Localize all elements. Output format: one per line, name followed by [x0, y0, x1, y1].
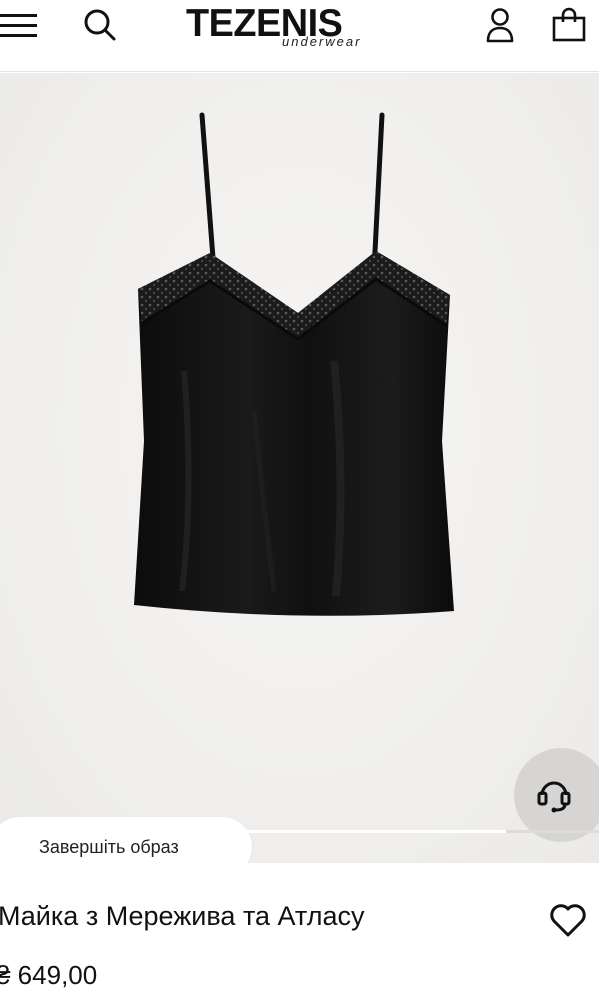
shopping-bag-icon — [552, 7, 586, 42]
menu-button[interactable] — [0, 0, 40, 50]
heart-icon — [550, 904, 586, 937]
headset-icon — [537, 781, 571, 813]
product-price: ₴ 649,00 — [0, 960, 98, 990]
complete-look-button[interactable]: Завершіть образ — [0, 817, 252, 863]
site-header: TEZENIS underwear — [0, 0, 599, 72]
product-title: Майка з Мережива та Атласу — [0, 901, 365, 931]
gallery-progress — [0, 830, 599, 833]
search-button[interactable] — [78, 0, 122, 50]
add-to-wishlist-button[interactable] — [546, 900, 590, 940]
search-icon — [84, 9, 116, 41]
gallery-progress-fill — [0, 830, 507, 833]
product-info: Майка з Мережива та Атласу ₴ 649,00 — [0, 864, 599, 1000]
cart-button[interactable] — [546, 0, 592, 50]
menu-icon — [0, 14, 37, 37]
tezenis-logo[interactable]: TEZENIS underwear — [186, 2, 390, 52]
product-image[interactable] — [124, 111, 464, 631]
user-icon — [486, 8, 514, 43]
product-gallery[interactable]: Завершіть образ — [0, 73, 599, 863]
logo-subtitle: underwear — [282, 34, 362, 49]
account-button[interactable] — [480, 0, 520, 50]
support-chat-button[interactable] — [514, 748, 599, 842]
